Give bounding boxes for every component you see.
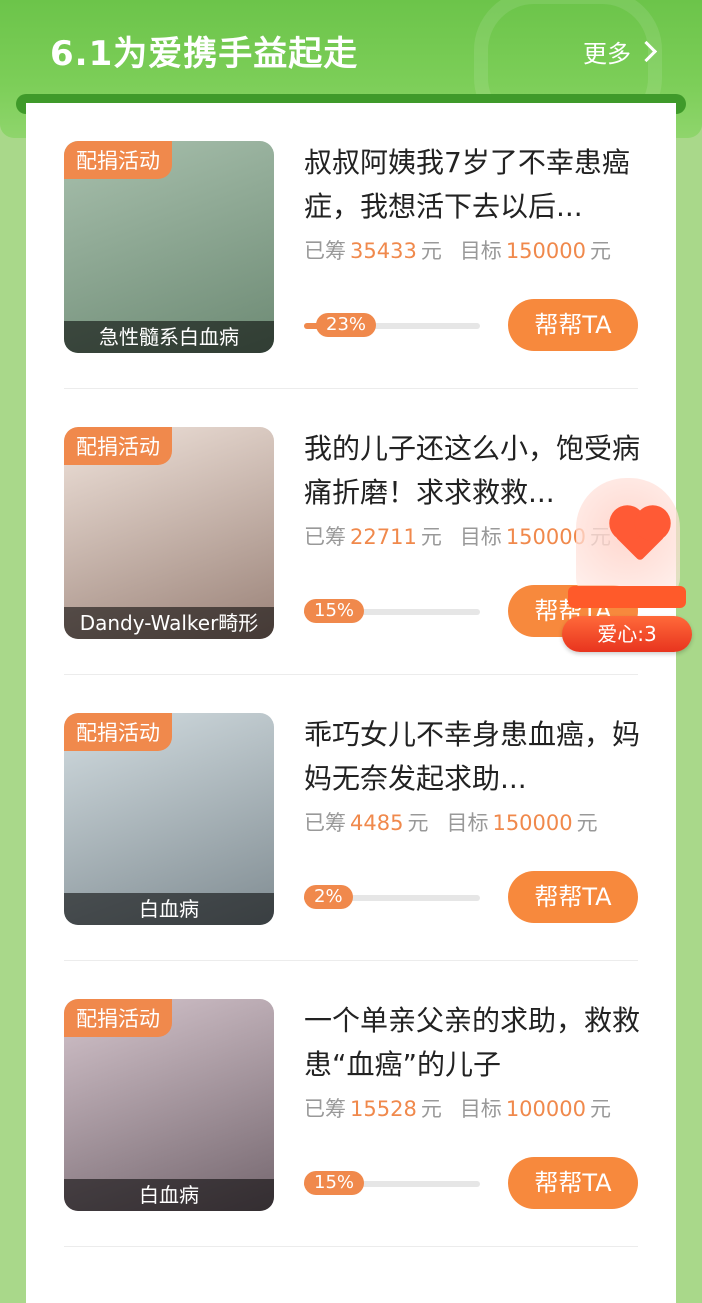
- project-image[interactable]: 配捐活动 白血病: [64, 999, 274, 1211]
- unit-label: 元: [420, 1097, 442, 1121]
- progress-percent: 15%: [304, 599, 365, 623]
- match-donation-tag: 配捐活动: [64, 427, 172, 465]
- goal-label: 目标: [459, 525, 502, 549]
- progress-bar: 23%: [304, 313, 480, 337]
- goal-amount: 100000: [505, 1097, 586, 1121]
- goal-label: 目标: [459, 239, 502, 263]
- funding-stats: 已筹 4485 元目标 150000 元: [304, 807, 598, 837]
- progress-percent: 2%: [304, 885, 353, 909]
- project-title[interactable]: 乖巧女儿不幸身患血癌，妈妈无奈发起求助...: [304, 713, 640, 801]
- unit-label: 元: [589, 1097, 611, 1121]
- project-list: 配捐活动 急性髓系白血病 叔叔阿姨我7岁了不幸患癌症，我想活下去以后... 已筹…: [26, 103, 676, 1303]
- help-button[interactable]: 帮帮TA: [508, 299, 638, 351]
- project-title[interactable]: 一个单亲父亲的求助，救救患“血癌”的儿子: [304, 999, 640, 1087]
- progress-percent: 15%: [304, 1171, 365, 1195]
- disease-caption: Dandy-Walker畸形: [64, 607, 274, 639]
- raised-label: 已筹: [304, 239, 346, 263]
- project-card[interactable]: 配捐活动 Dandy-Walker畸形 我的儿子还这么小，饱受病痛折磨！求求救救…: [64, 389, 640, 675]
- divider: [64, 1246, 638, 1247]
- goal-label: 目标: [459, 1097, 502, 1121]
- match-donation-tag: 配捐活动: [64, 713, 172, 751]
- unit-label: 元: [589, 239, 611, 263]
- more-link[interactable]: 更多: [583, 34, 658, 69]
- project-card[interactable]: 配捐活动 白血病 一个单亲父亲的求助，救救患“血癌”的儿子 已筹 15528 元目标…: [64, 961, 640, 1247]
- love-jar: [576, 478, 680, 598]
- project-title[interactable]: 叔叔阿姨我7岁了不幸患癌症，我想活下去以后...: [304, 141, 640, 229]
- help-button[interactable]: 帮帮TA: [508, 1157, 638, 1209]
- love-jar-base: [568, 586, 686, 608]
- unit-label: 元: [576, 811, 598, 835]
- funding-stats: 已筹 35433 元目标 150000 元: [304, 235, 611, 265]
- unit-label: 元: [420, 525, 442, 549]
- progress-bar: 2%: [304, 885, 480, 909]
- progress-bar: 15%: [304, 599, 480, 623]
- unit-label: 元: [420, 239, 442, 263]
- match-donation-tag: 配捐活动: [64, 141, 172, 179]
- project-card[interactable]: 配捐活动 白血病 乖巧女儿不幸身患血癌，妈妈无奈发起求助... 已筹 4485 元目…: [64, 675, 640, 961]
- progress-bar: 15%: [304, 1171, 480, 1195]
- page-title: 6.1为爱携手益起走: [50, 34, 359, 74]
- raised-amount: 15528: [350, 1097, 417, 1121]
- project-card[interactable]: 配捐活动 急性髓系白血病 叔叔阿姨我7岁了不幸患癌症，我想活下去以后... 已筹…: [64, 103, 638, 389]
- raised-amount: 35433: [350, 239, 417, 263]
- help-button[interactable]: 帮帮TA: [508, 871, 638, 923]
- love-widget[interactable]: 爱心:3: [562, 478, 692, 658]
- chevron-right-icon: [635, 40, 658, 63]
- love-count: 爱心:3: [562, 616, 692, 652]
- disease-caption: 白血病: [64, 1179, 274, 1211]
- raised-amount: 4485: [350, 811, 404, 835]
- goal-label: 目标: [446, 811, 489, 835]
- raised-amount: 22711: [350, 525, 417, 549]
- goal-amount: 150000: [505, 239, 586, 263]
- unit-label: 元: [407, 811, 429, 835]
- goal-amount: 150000: [492, 811, 573, 835]
- project-image[interactable]: 配捐活动 白血病: [64, 713, 274, 925]
- raised-label: 已筹: [304, 811, 346, 835]
- funding-stats: 已筹 15528 元目标 100000 元: [304, 1093, 611, 1123]
- progress-percent: 23%: [316, 313, 377, 337]
- match-donation-tag: 配捐活动: [64, 999, 172, 1037]
- project-image[interactable]: 配捐活动 急性髓系白血病: [64, 141, 274, 353]
- disease-caption: 急性髓系白血病: [64, 321, 274, 353]
- heart-icon: [614, 510, 666, 562]
- raised-label: 已筹: [304, 525, 346, 549]
- more-label: 更多: [583, 40, 631, 68]
- raised-label: 已筹: [304, 1097, 346, 1121]
- disease-caption: 白血病: [64, 893, 274, 925]
- project-image[interactable]: 配捐活动 Dandy-Walker畸形: [64, 427, 274, 639]
